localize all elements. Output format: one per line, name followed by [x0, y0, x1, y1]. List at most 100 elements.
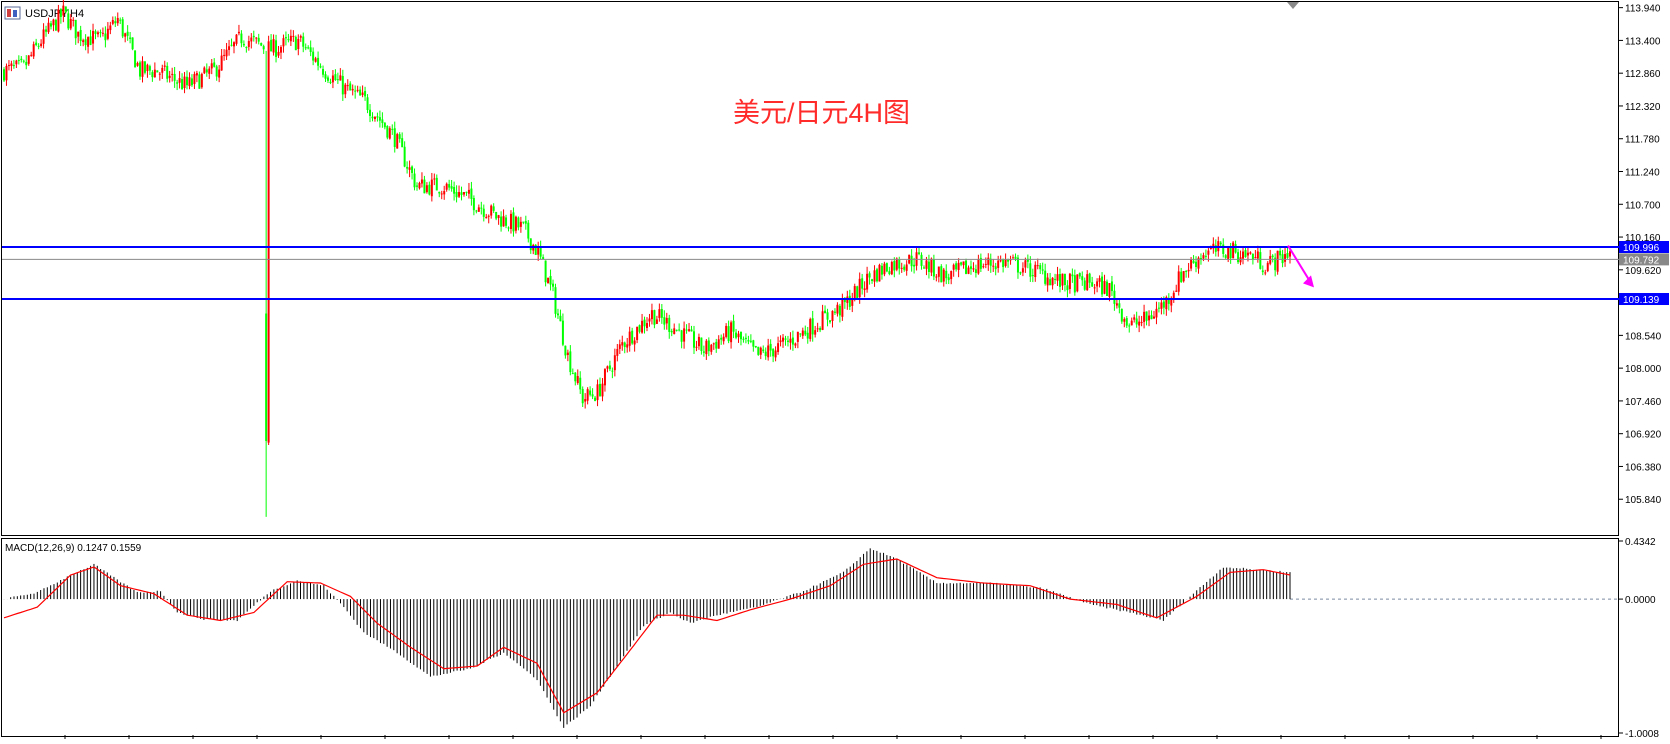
- candle-body: [796, 331, 799, 342]
- candle-body: [613, 355, 616, 371]
- candle-body: [841, 298, 844, 317]
- candle-body: [181, 79, 184, 90]
- candle-body: [994, 266, 997, 270]
- candle-body: [675, 329, 678, 331]
- candle-body: [1281, 254, 1284, 264]
- chart-window-icon[interactable]: [4, 6, 21, 20]
- candle-body: [987, 257, 990, 265]
- candle-body: [584, 399, 587, 402]
- candle-body: [648, 318, 651, 322]
- candle-body: [1078, 273, 1081, 277]
- candle-body: [1130, 320, 1133, 326]
- candle-body: [492, 206, 495, 211]
- candle-body: [913, 264, 916, 267]
- candle-body: [596, 384, 599, 401]
- candle-body: [398, 134, 401, 139]
- candle-body: [346, 85, 349, 87]
- candle-body: [1061, 273, 1064, 286]
- candle-body: [12, 65, 15, 67]
- candle-body: [1007, 259, 1010, 262]
- candle-body: [307, 47, 310, 49]
- candle-body: [950, 270, 953, 280]
- candle-body: [82, 40, 85, 43]
- candle-body: [272, 39, 275, 53]
- candle-body: [1133, 317, 1136, 320]
- candle-body: [673, 328, 676, 334]
- candle-body: [898, 259, 901, 269]
- candle-body: [806, 332, 809, 339]
- candle-body: [319, 66, 322, 68]
- candle-body: [279, 46, 282, 53]
- candle-body: [969, 266, 972, 269]
- candle-body: [814, 330, 817, 335]
- candle-body: [930, 258, 933, 273]
- candle-body: [455, 191, 458, 198]
- candle-body: [670, 331, 673, 333]
- candle-body: [509, 213, 512, 229]
- candle-body: [611, 370, 614, 372]
- candle-body: [344, 84, 347, 95]
- candle-body: [688, 329, 691, 331]
- candle-body: [1039, 265, 1042, 270]
- candle-body: [599, 383, 602, 396]
- candle-body: [527, 222, 530, 239]
- candle-body: [819, 327, 822, 331]
- candle-body: [354, 90, 357, 92]
- candle-body: [1254, 257, 1257, 259]
- candle-body: [1093, 287, 1096, 289]
- candle-body: [1269, 256, 1272, 264]
- candle-body: [324, 74, 327, 79]
- candle-body: [106, 28, 109, 39]
- candle-body: [519, 221, 522, 227]
- candle-body: [821, 311, 824, 330]
- candle-body: [744, 337, 747, 339]
- candle-body: [220, 55, 223, 71]
- candle-body: [460, 192, 463, 195]
- candle-body: [62, 5, 65, 16]
- candle-body: [1219, 242, 1222, 245]
- candle-body: [153, 69, 156, 78]
- candle-body: [883, 263, 886, 275]
- candle-body: [606, 366, 609, 369]
- candle-body: [537, 247, 540, 255]
- price-tick-label: 108.000: [1625, 364, 1662, 375]
- candle-body: [131, 37, 134, 50]
- candle-body: [334, 74, 337, 81]
- candle-body: [1071, 274, 1074, 277]
- candle-body: [312, 51, 315, 61]
- candle-body: [1029, 263, 1032, 277]
- candle-body: [697, 336, 700, 347]
- candle-body: [683, 328, 686, 342]
- candle-body: [947, 277, 950, 281]
- candle-body: [1244, 250, 1247, 258]
- candle-body: [336, 79, 339, 81]
- candle-body: [566, 352, 569, 355]
- candle-body: [208, 68, 211, 74]
- candle-body: [240, 33, 243, 44]
- candle-body: [974, 269, 977, 273]
- candle-body: [1073, 275, 1076, 293]
- candle-body: [1157, 307, 1160, 309]
- candle-body: [1014, 256, 1017, 259]
- candle-body: [737, 333, 740, 338]
- candle-body: [1049, 279, 1052, 286]
- candle-body: [416, 185, 419, 187]
- candle-body: [853, 286, 856, 299]
- chart-canvas[interactable]: USDJPY,H4 美元/日元4H图 113.940 113.400 112.860…: [0, 0, 1670, 740]
- candle-body: [960, 262, 963, 265]
- candle-body: [937, 266, 940, 277]
- candle-body: [218, 69, 221, 78]
- candle-body: [195, 73, 198, 76]
- candle-body: [433, 178, 436, 180]
- candle-body: [1182, 271, 1185, 282]
- candle-body: [89, 36, 92, 45]
- candle-body: [282, 38, 285, 47]
- candle-body: [895, 258, 898, 270]
- candle-body: [1066, 285, 1069, 291]
- candle-body: [465, 191, 468, 193]
- candle-body: [868, 273, 871, 278]
- candle-body: [514, 216, 517, 231]
- candle-body: [193, 74, 196, 85]
- candle-body: [836, 304, 839, 314]
- candle-body: [1289, 251, 1291, 257]
